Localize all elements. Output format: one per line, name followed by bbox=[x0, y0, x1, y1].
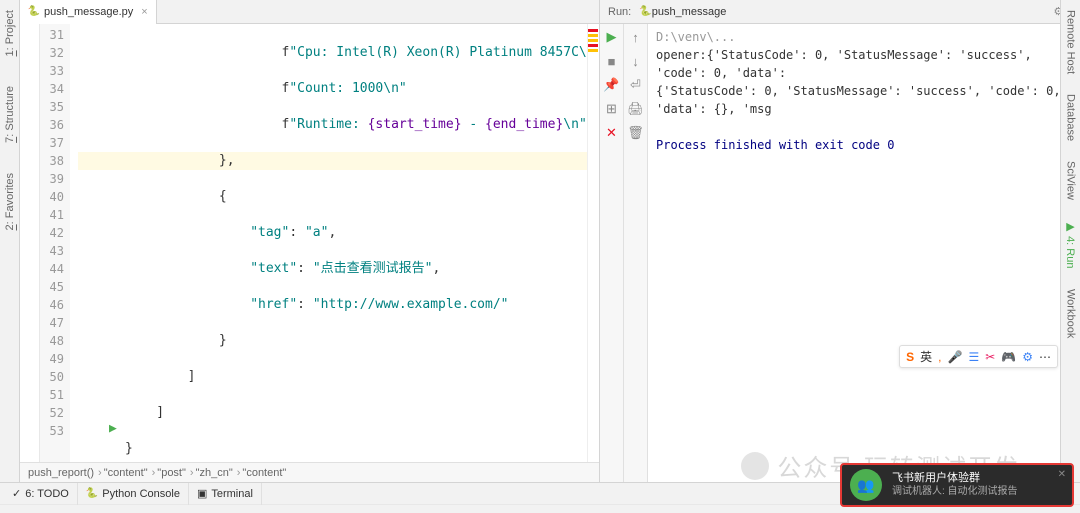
toast-close-icon[interactable]: ✕ bbox=[1058, 469, 1066, 480]
run-tool[interactable]: ▶ 4: Run bbox=[1064, 220, 1077, 268]
ime-keyboard-icon[interactable]: ☰ bbox=[968, 350, 979, 364]
ime-settings-icon[interactable]: ⚙ bbox=[1022, 350, 1033, 364]
terminal-tool[interactable]: ▣Terminal bbox=[189, 483, 262, 505]
rerun-button[interactable]: ▶ bbox=[603, 28, 621, 46]
structure-tool[interactable]: 7: Structure bbox=[4, 86, 16, 143]
project-tool[interactable]: 1: Project bbox=[4, 10, 16, 56]
ime-snip-icon[interactable]: ✂ bbox=[985, 350, 995, 364]
run-toolbar-primary: ▶ ■ 📌 ⊞ ✕ bbox=[600, 24, 624, 482]
layout-button[interactable]: ⊞ bbox=[603, 100, 621, 118]
gutter-icons bbox=[20, 24, 40, 462]
sciview-tool[interactable]: SciView bbox=[1065, 161, 1077, 200]
left-tool-panel: 1: Project 7: Structure 2: Favorites bbox=[0, 0, 20, 482]
toast-avatar-icon: 👥 bbox=[850, 469, 882, 501]
pin-button[interactable]: 📌 bbox=[603, 76, 621, 94]
tab-filename: push_message.py bbox=[44, 6, 133, 18]
remote-host-tool[interactable]: Remote Host bbox=[1065, 10, 1077, 74]
ime-logo-icon: S bbox=[906, 350, 914, 364]
ime-toolbar[interactable]: S 英 , 🎤 ☰ ✂ 🎮 ⚙ ⋯ bbox=[899, 345, 1058, 368]
python-file-icon: 🐍 bbox=[28, 6, 40, 18]
tab-close-icon[interactable]: × bbox=[141, 6, 147, 18]
run-label: Run: bbox=[608, 6, 631, 18]
run-panel: Run: 🐍 push_message ⚙ ▾ ▶ ■ 📌 ⊞ ✕ ↑ ↓ ⏎ … bbox=[600, 0, 1080, 482]
database-tool[interactable]: Database bbox=[1065, 94, 1077, 141]
run-output[interactable]: D:\venv\... opener:{'StatusCode': 0, 'St… bbox=[648, 24, 1080, 482]
toast-subtitle: 调试机器人: 自动化测试报告 bbox=[892, 485, 1018, 499]
ime-more-icon[interactable]: ⋯ bbox=[1039, 350, 1051, 364]
notification-toast[interactable]: 👥 飞书新用户体验群 调试机器人: 自动化测试报告 ✕ bbox=[840, 463, 1074, 507]
wechat-icon bbox=[741, 452, 769, 480]
run-gutter-icon[interactable]: ▶ bbox=[109, 420, 117, 438]
ime-game-icon[interactable]: 🎮 bbox=[1001, 350, 1016, 364]
editor-area: 🐍 push_message.py × 313233 343536 373839… bbox=[20, 0, 600, 482]
todo-tool[interactable]: ✓6: TODO bbox=[4, 483, 78, 505]
code-editor[interactable]: 313233 343536 373839 404142 434445 46474… bbox=[20, 24, 599, 462]
exit-button[interactable]: ✕ bbox=[603, 124, 621, 142]
favorites-tool[interactable]: 2: Favorites bbox=[4, 173, 16, 230]
trash-button[interactable]: 🗑 bbox=[627, 124, 645, 142]
right-tool-panel: Remote Host Database SciView ▶ 4: Run Wo… bbox=[1060, 0, 1080, 482]
run-toolbar-secondary: ↑ ↓ ⏎ 🖨 🗑 bbox=[624, 24, 648, 482]
code-content[interactable]: f"Cpu: Intel(R) Xeon(R) Platinum 8457C\n… bbox=[70, 24, 587, 462]
breadcrumb[interactable]: push_report()› "content"› "post"› "zh_cn… bbox=[20, 462, 599, 482]
ime-punct-icon[interactable]: , bbox=[938, 350, 941, 364]
workbook-tool[interactable]: Workbook bbox=[1065, 289, 1077, 338]
run-header: Run: 🐍 push_message ⚙ ▾ bbox=[600, 0, 1080, 24]
editor-tab-bar: 🐍 push_message.py × bbox=[20, 0, 599, 24]
error-markers bbox=[587, 24, 599, 462]
down-button[interactable]: ↓ bbox=[627, 52, 645, 70]
editor-tab[interactable]: 🐍 push_message.py × bbox=[20, 0, 157, 24]
up-button[interactable]: ↑ bbox=[627, 28, 645, 46]
wrap-button[interactable]: ⏎ bbox=[627, 76, 645, 94]
ime-voice-icon[interactable]: 🎤 bbox=[948, 350, 963, 364]
stop-button[interactable]: ■ bbox=[603, 52, 621, 70]
line-numbers: 313233 343536 373839 404142 434445 46474… bbox=[40, 24, 70, 462]
toast-title: 飞书新用户体验群 bbox=[892, 471, 1018, 485]
python-console-tool[interactable]: 🐍Python Console bbox=[78, 483, 189, 505]
run-config-name[interactable]: push_message bbox=[652, 6, 727, 18]
ime-lang[interactable]: 英 bbox=[920, 348, 932, 365]
print-button[interactable]: 🖨 bbox=[627, 100, 645, 118]
python-icon: 🐍 bbox=[639, 6, 651, 17]
